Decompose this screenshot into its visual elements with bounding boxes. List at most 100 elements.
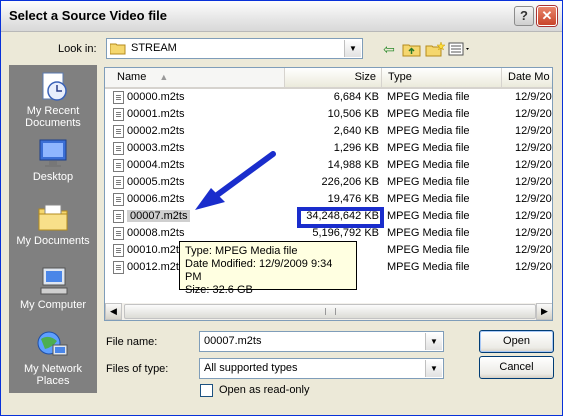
place-network[interactable]: My Network Places <box>9 329 97 387</box>
file-icon <box>113 261 124 274</box>
chevron-down-icon[interactable]: ▼ <box>425 360 442 377</box>
place-label: My Documents <box>16 235 90 247</box>
annotation-size-highlight <box>297 207 384 228</box>
file-date: 12/9/200 <box>515 91 552 103</box>
filetype-combo[interactable]: All supported types ▼ <box>199 358 444 379</box>
scroll-right-icon[interactable]: ▶ <box>536 303 552 320</box>
view-menu-icon[interactable] <box>448 41 472 57</box>
filetype-label: Files of type: <box>106 363 169 375</box>
table-row[interactable]: 00000.m2ts 6,684 KB MPEG Media file 12/9/20… <box>105 89 552 106</box>
close-button[interactable]: ✕ <box>537 6 557 26</box>
recent-documents-icon <box>35 71 71 103</box>
table-row[interactable]: 00006.m2ts 19,476 KB MPEG Media file 12/9/2… <box>105 191 552 208</box>
file-type: MPEG Media file <box>387 91 470 103</box>
file-type: MPEG Media file <box>387 193 470 205</box>
file-type: MPEG Media file <box>387 159 470 171</box>
sort-ascending-icon: ▲ <box>159 72 169 82</box>
lookin-label: Look in: <box>58 43 97 55</box>
file-name: 00005.m2ts <box>127 176 185 188</box>
file-name: 00012.m2ts <box>127 261 185 273</box>
place-label: My Computer <box>19 299 87 311</box>
file-name: 00000.m2ts <box>127 91 185 103</box>
tooltip-type: Type: MPEG Media file <box>185 245 298 257</box>
tooltip-size: Size: 32.6 GB <box>185 284 253 296</box>
file-dialog: Select a Source Video file ? ✕ Look in: … <box>0 0 563 416</box>
lookin-value: STREAM <box>131 42 177 54</box>
file-date: 12/9/200 <box>515 210 552 222</box>
place-label: My Recent Documents <box>25 105 81 129</box>
readonly-label[interactable]: Open as read-only <box>219 384 310 396</box>
column-type[interactable]: Type <box>382 68 502 87</box>
places-bar: My Recent Documents Desktop My Documents… <box>9 65 97 393</box>
table-row[interactable]: 00001.m2ts 10,506 KB MPEG Media file 12/9/2… <box>105 106 552 123</box>
file-name: 00004.m2ts <box>127 159 185 171</box>
file-icon <box>113 159 124 172</box>
file-type: MPEG Media file <box>387 108 470 120</box>
file-icon <box>113 193 124 206</box>
file-date: 12/9/200 <box>515 261 552 273</box>
annotation-arrow-icon <box>195 151 276 210</box>
table-row[interactable]: 00004.m2ts 14,988 KB MPEG Media file 12/9/2… <box>105 157 552 174</box>
place-label: Desktop <box>32 171 74 183</box>
table-row[interactable]: 00005.m2ts 226,206 KB MPEG Media file 12/9/… <box>105 174 552 191</box>
file-date: 12/9/200 <box>515 108 552 120</box>
my-computer-icon <box>35 265 71 297</box>
column-size[interactable]: Size <box>285 68 382 87</box>
file-date: 12/9/200 <box>515 125 552 137</box>
filename-combo[interactable]: 00007.m2ts ▼ <box>199 331 444 352</box>
grip-icon <box>325 308 336 315</box>
file-type: MPEG Media file <box>387 244 470 256</box>
open-button[interactable]: Open <box>479 330 554 353</box>
up-folder-icon[interactable] <box>402 41 422 57</box>
column-date[interactable]: Date Mo <box>502 68 552 87</box>
network-places-icon <box>35 329 71 361</box>
file-size: 1,296 KB <box>333 142 379 154</box>
file-icon <box>113 244 124 257</box>
readonly-checkbox[interactable] <box>200 384 213 397</box>
back-icon[interactable]: ⇦ <box>379 41 399 57</box>
file-size: 6,684 KB <box>333 91 379 103</box>
help-button[interactable]: ? <box>514 6 534 26</box>
file-size: 2,640 KB <box>333 125 379 137</box>
title-bar[interactable]: Select a Source Video file ? ✕ <box>1 1 562 32</box>
chevron-down-icon[interactable]: ▼ <box>344 40 361 57</box>
filename-value: 00007.m2ts <box>204 335 262 347</box>
folder-icon <box>110 43 126 55</box>
file-icon <box>113 210 124 223</box>
file-type: MPEG Media file <box>387 210 470 222</box>
file-date: 12/9/200 <box>515 244 552 256</box>
file-type: MPEG Media file <box>387 227 470 239</box>
file-date: 12/9/200 <box>515 193 552 205</box>
cancel-button[interactable]: Cancel <box>479 356 554 379</box>
file-name: 00003.m2ts <box>127 142 185 154</box>
place-label: My Network Places <box>23 363 83 387</box>
file-icon <box>113 125 124 138</box>
file-icon <box>113 227 124 240</box>
place-my-documents[interactable]: My Documents <box>9 201 97 247</box>
place-recent-documents[interactable]: My Recent Documents <box>9 71 97 129</box>
column-name-label: Name <box>117 71 147 83</box>
file-size: 10,506 KB <box>327 108 379 120</box>
horizontal-scrollbar[interactable]: ◀ ▶ <box>105 303 552 320</box>
chevron-down-icon[interactable]: ▼ <box>425 333 442 350</box>
new-folder-icon[interactable] <box>425 41 445 57</box>
place-desktop[interactable]: Desktop <box>9 137 97 183</box>
place-my-computer[interactable]: My Computer <box>9 265 97 311</box>
column-name[interactable]: Name ▲ <box>105 68 285 87</box>
my-documents-icon <box>35 201 71 233</box>
scroll-left-icon[interactable]: ◀ <box>105 303 122 320</box>
file-name: 00007.m2ts <box>127 210 191 222</box>
file-name: 00010.m2ts <box>127 244 185 256</box>
lookin-combo[interactable]: STREAM ▼ <box>106 38 363 59</box>
file-date: 12/9/200 <box>515 142 552 154</box>
table-row[interactable]: 00002.m2ts 2,640 KB MPEG Media file 12/9/20… <box>105 123 552 140</box>
file-date: 12/9/200 <box>515 176 552 188</box>
file-type: MPEG Media file <box>387 125 470 137</box>
dialog-title: Select a Source Video file <box>9 8 167 23</box>
file-name: 00006.m2ts <box>127 193 185 205</box>
table-row[interactable]: 00003.m2ts 1,296 KB MPEG Media file 12/9/20… <box>105 140 552 157</box>
tooltip-date: Date Modified: 12/9/2009 9:34 PM <box>185 258 333 283</box>
file-size: 14,988 KB <box>327 159 379 171</box>
scroll-thumb[interactable] <box>124 304 536 319</box>
file-tooltip: Type: MPEG Media file Date Modified: 12/… <box>179 241 357 296</box>
